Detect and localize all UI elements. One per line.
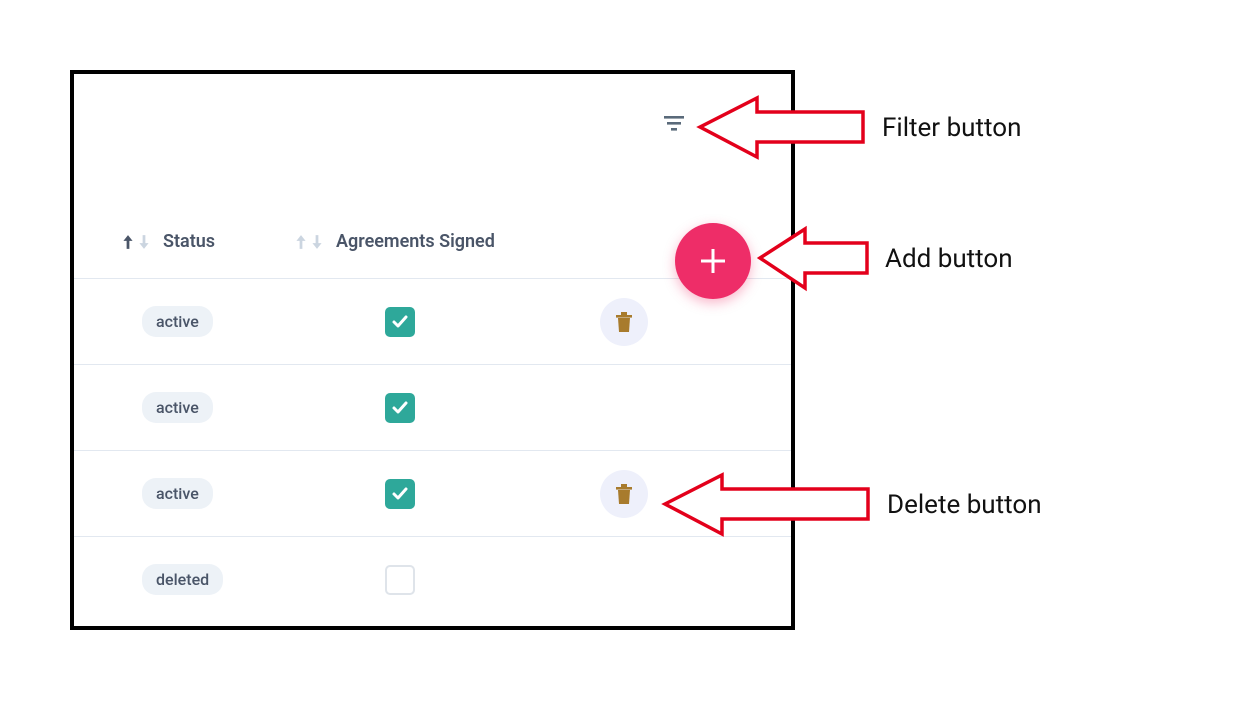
annotation-delete: Delete button — [660, 467, 1042, 542]
cell-agreements — [294, 565, 524, 595]
status-badge: deleted — [142, 564, 223, 595]
arrow-down-icon — [137, 234, 151, 250]
cell-actions — [524, 298, 724, 346]
annotation-filter-label: Filter button — [882, 113, 1021, 143]
status-badge: active — [142, 306, 213, 337]
agreements-checkbox[interactable] — [385, 479, 415, 509]
agreements-checkbox[interactable] — [385, 565, 415, 595]
annotation-filter: Filter button — [695, 90, 1021, 165]
header-status-label: Status — [163, 231, 215, 252]
status-badge: active — [142, 392, 213, 423]
header-agreements-label: Agreements Signed — [336, 231, 495, 252]
arrow-up-icon — [121, 234, 135, 250]
arrow-down-icon — [310, 234, 324, 250]
agreements-checkbox[interactable] — [385, 393, 415, 423]
filter-button[interactable] — [662, 112, 686, 136]
sort-status[interactable] — [121, 234, 151, 250]
table-row: active — [74, 278, 791, 364]
filter-icon — [664, 116, 684, 132]
sort-agreements[interactable] — [294, 234, 324, 250]
table-row: deleted — [74, 536, 791, 622]
status-badge: active — [142, 478, 213, 509]
arrow-up-icon — [294, 234, 308, 250]
delete-button[interactable] — [600, 470, 648, 518]
cell-agreements — [294, 307, 524, 337]
agreements-checkbox[interactable] — [385, 307, 415, 337]
trash-icon — [614, 482, 634, 506]
cell-status: active — [74, 306, 294, 337]
annotation-arrow-icon — [695, 90, 870, 165]
cell-status: deleted — [74, 564, 294, 595]
trash-icon — [614, 310, 634, 334]
annotation-arrow-icon — [755, 221, 873, 296]
annotation-delete-label: Delete button — [887, 490, 1042, 520]
plus-icon — [699, 247, 727, 275]
cell-status: active — [74, 478, 294, 509]
cell-status: active — [74, 392, 294, 423]
annotation-add-label: Add button — [885, 244, 1013, 274]
check-icon — [391, 313, 409, 331]
add-button[interactable] — [675, 223, 751, 299]
check-icon — [391, 485, 409, 503]
check-icon — [391, 399, 409, 417]
delete-button[interactable] — [600, 298, 648, 346]
annotation-add: Add button — [755, 221, 1013, 296]
cell-agreements — [294, 393, 524, 423]
cell-agreements — [294, 479, 524, 509]
table-row: active — [74, 364, 791, 450]
annotation-arrow-icon — [660, 467, 875, 542]
main-panel: Status Agreements Signed active active act… — [70, 70, 795, 630]
